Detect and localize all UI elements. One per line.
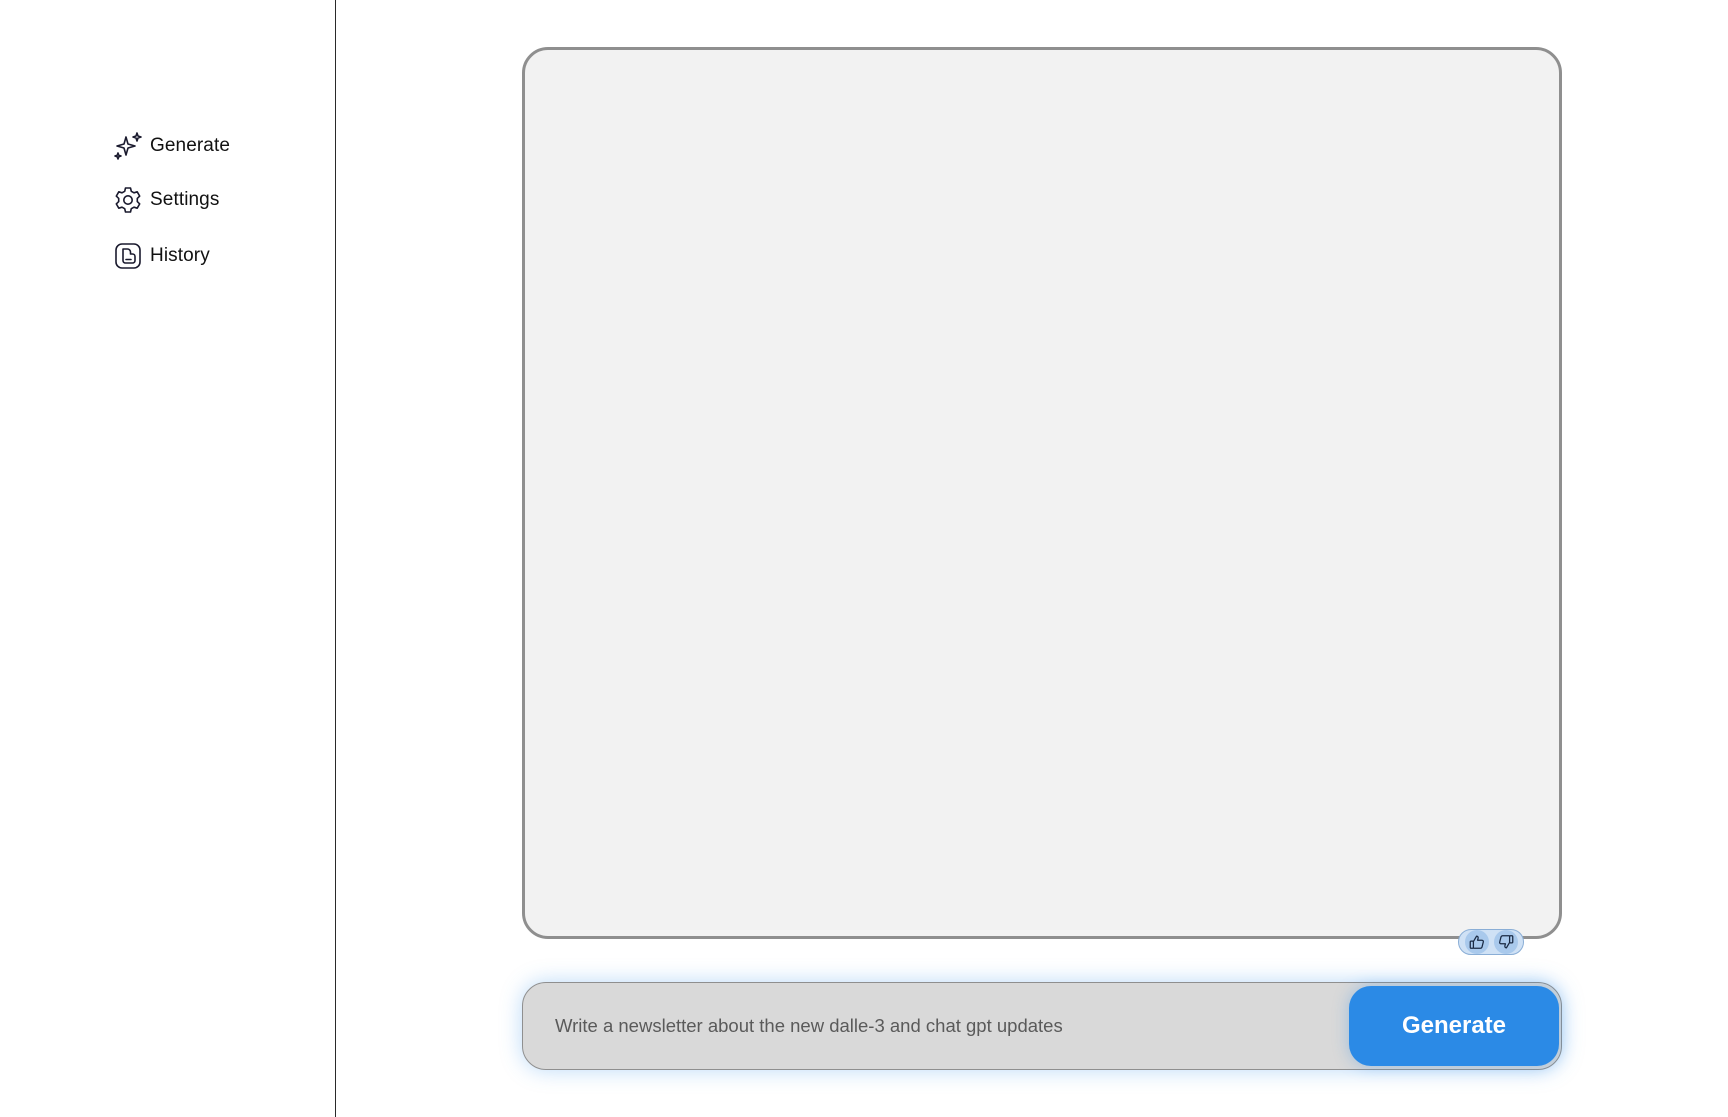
sidebar-item-label: History bbox=[150, 245, 210, 266]
sidebar-item-label: Generate bbox=[150, 135, 231, 156]
feedback-group bbox=[1458, 929, 1524, 955]
thumbs-up-button[interactable] bbox=[1464, 930, 1489, 954]
sparkles-icon bbox=[112, 130, 144, 162]
prompt-bar: Generate bbox=[522, 982, 1562, 1070]
thumbs-up-icon bbox=[1469, 935, 1484, 949]
sidebar: Generate Settings History bbox=[0, 0, 336, 1117]
sidebar-item-label: Settings bbox=[150, 189, 220, 210]
generate-button[interactable]: Generate bbox=[1349, 986, 1559, 1066]
output-panel[interactable] bbox=[522, 47, 1562, 939]
gear-icon bbox=[112, 184, 144, 216]
thumbs-down-button[interactable] bbox=[1493, 930, 1518, 954]
sidebar-nav: Generate Settings History bbox=[112, 130, 230, 294]
sidebar-item-generate[interactable]: Generate bbox=[112, 130, 230, 162]
prompt-input[interactable] bbox=[553, 1005, 1337, 1047]
thumbs-down-icon bbox=[1498, 935, 1513, 949]
sidebar-item-history[interactable]: History bbox=[112, 240, 230, 272]
sidebar-item-settings[interactable]: Settings bbox=[112, 184, 230, 216]
app-root: Generate Settings History Write a newsle… bbox=[0, 0, 1728, 1117]
history-icon bbox=[112, 240, 144, 272]
